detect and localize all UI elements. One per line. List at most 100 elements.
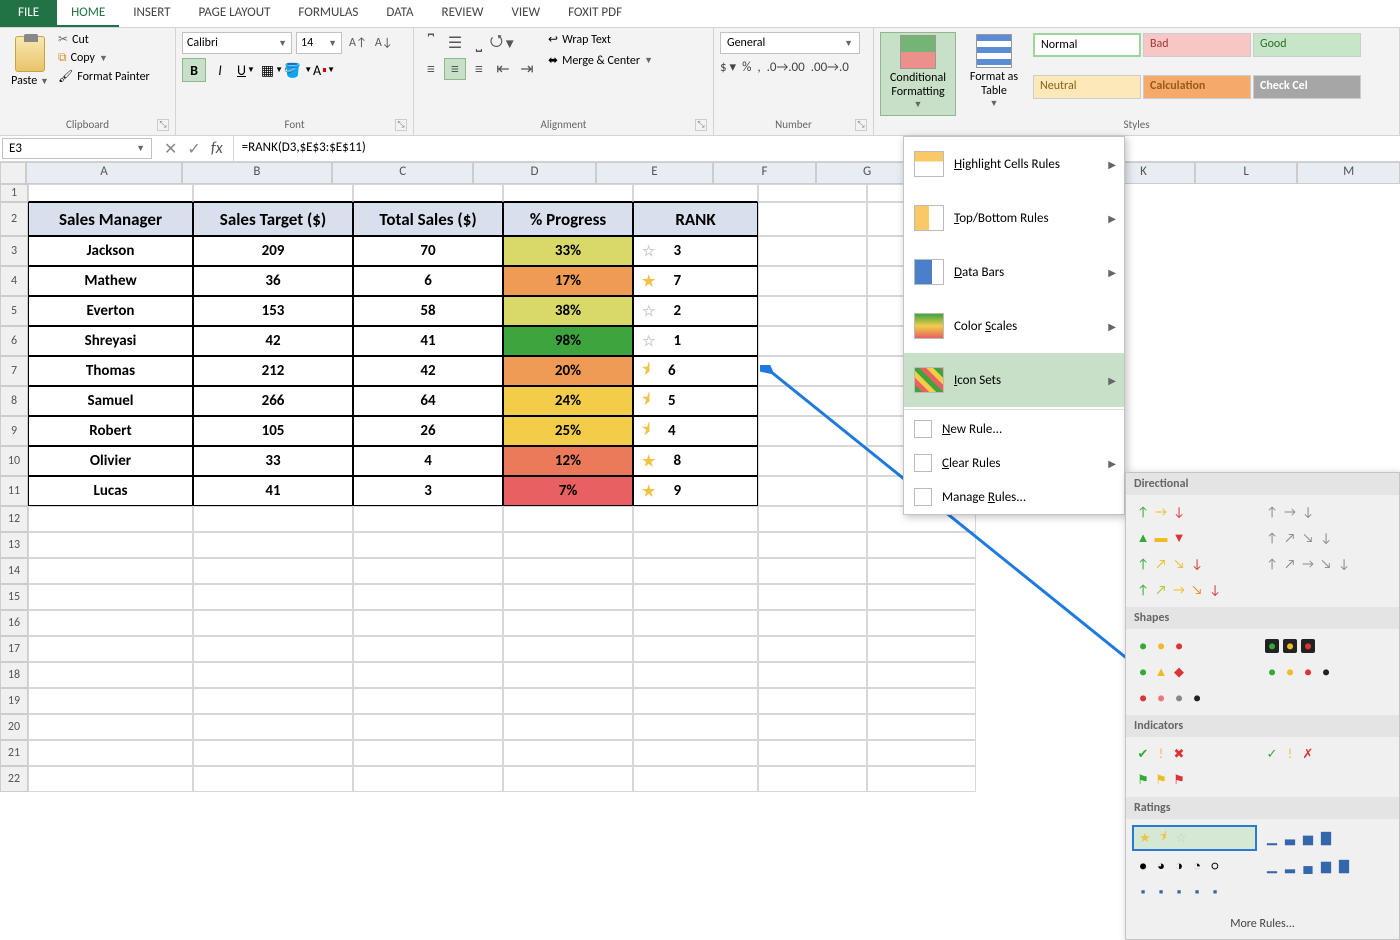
cell[interactable] xyxy=(28,584,193,610)
tab-formulas[interactable]: FORMULAS xyxy=(284,0,372,27)
iconset-5-arrows-gray[interactable]: ↑↗→↘↓ xyxy=(1261,553,1386,575)
iconset-5-boxes[interactable]: ▪▪▪▪▪ xyxy=(1132,881,1257,903)
cell-style-check-cell[interactable]: Check Cel xyxy=(1253,75,1361,99)
accounting-format-button[interactable]: $ ▾ xyxy=(720,60,736,75)
cell[interactable] xyxy=(867,714,976,740)
copy-button[interactable]: Copy ▼ xyxy=(58,51,150,65)
cell[interactable] xyxy=(193,714,353,740)
tab-foxit-pdf[interactable]: FOXIT PDF xyxy=(554,0,636,27)
cell-target[interactable]: 266 xyxy=(193,386,353,416)
font-color-button[interactable]: A▼ xyxy=(312,58,336,82)
font-size-selector[interactable]: 14▼ xyxy=(296,32,342,54)
cell-sales[interactable]: 41 xyxy=(353,326,503,356)
cell[interactable] xyxy=(867,558,976,584)
cell-target[interactable]: 42 xyxy=(193,326,353,356)
column-header-e[interactable]: E xyxy=(596,162,714,184)
cell[interactable] xyxy=(503,610,633,636)
cell[interactable] xyxy=(758,236,867,266)
cell[interactable] xyxy=(353,740,503,766)
cell[interactable] xyxy=(503,688,633,714)
cell[interactable] xyxy=(758,766,867,792)
cell[interactable] xyxy=(503,662,633,688)
row-header-19[interactable]: 19 xyxy=(0,688,28,714)
cell[interactable] xyxy=(353,636,503,662)
format-painter-button[interactable]: Format Painter xyxy=(58,69,150,84)
row-header-18[interactable]: 18 xyxy=(0,662,28,688)
iconset-more-rules[interactable]: More Rules... xyxy=(1126,909,1399,939)
iconset-4-arrows-colored[interactable]: ↑↗↘↓ xyxy=(1132,553,1257,575)
wrap-text-button[interactable]: ↩Wrap Text xyxy=(548,32,653,47)
cell-style-bad[interactable]: Bad xyxy=(1143,33,1251,57)
cell[interactable] xyxy=(193,506,353,532)
row-header-8[interactable]: 8 xyxy=(0,386,28,416)
cell[interactable] xyxy=(503,766,633,792)
cell-manager[interactable]: Samuel xyxy=(28,386,193,416)
cell[interactable] xyxy=(193,610,353,636)
iconset-3-arrows-colored[interactable]: ↑→↓ xyxy=(1132,501,1257,523)
tab-home[interactable]: HOME xyxy=(57,0,119,27)
paste-button[interactable]: Paste ▼ xyxy=(6,32,54,116)
row-header-21[interactable]: 21 xyxy=(0,740,28,766)
cf-clear-rules[interactable]: Clear Rules▶ xyxy=(904,446,1124,480)
cell[interactable] xyxy=(758,266,867,296)
tab-review[interactable]: REVIEW xyxy=(428,0,498,27)
insert-function-button[interactable]: fx xyxy=(211,139,223,158)
cell[interactable] xyxy=(633,636,758,662)
iconset-red-to-black[interactable]: ●●●● xyxy=(1132,687,1257,709)
increase-font-button[interactable]: A↑ xyxy=(346,34,370,52)
cell-rank[interactable]: ☆3 xyxy=(633,236,758,266)
cell[interactable] xyxy=(758,688,867,714)
name-box[interactable]: E3▼ xyxy=(2,138,152,159)
cell-rank[interactable]: ⯨6 xyxy=(633,356,758,386)
cell[interactable] xyxy=(353,766,503,792)
cf-data-bars[interactable]: Data Bars▶ xyxy=(904,245,1124,299)
cell[interactable] xyxy=(758,184,867,202)
cell[interactable] xyxy=(28,766,193,792)
percent-format-button[interactable]: % xyxy=(742,60,751,75)
cell[interactable] xyxy=(193,740,353,766)
cell[interactable] xyxy=(28,688,193,714)
cell[interactable] xyxy=(193,532,353,558)
tab-insert[interactable]: INSERT xyxy=(119,0,184,27)
cell-target[interactable]: 209 xyxy=(193,236,353,266)
cell-rank[interactable]: ⯨4 xyxy=(633,416,758,446)
cell-manager[interactable]: Everton xyxy=(28,296,193,326)
cell[interactable] xyxy=(193,558,353,584)
cell[interactable] xyxy=(758,506,867,532)
format-as-table-button[interactable]: Format as Table ▼ xyxy=(956,32,1032,116)
cell[interactable] xyxy=(867,740,976,766)
row-header-9[interactable]: 9 xyxy=(0,416,28,446)
cell[interactable] xyxy=(867,584,976,610)
cell[interactable] xyxy=(353,610,503,636)
iconset-5-quarters[interactable]: ●◕◑◔○ xyxy=(1132,855,1257,877)
cell-rank[interactable]: ☆2 xyxy=(633,296,758,326)
cell-sales[interactable]: 70 xyxy=(353,236,503,266)
table-header[interactable]: Sales Target ($) xyxy=(193,202,353,236)
iconset-3-signs[interactable]: ●▲◆ xyxy=(1132,661,1257,683)
cell-style-calculation[interactable]: Calculation xyxy=(1143,75,1251,99)
cell-progress[interactable]: 20% xyxy=(503,356,633,386)
cell[interactable] xyxy=(867,532,976,558)
cell[interactable] xyxy=(193,688,353,714)
cell[interactable] xyxy=(758,202,867,236)
cell[interactable] xyxy=(353,584,503,610)
row-header-11[interactable]: 11 xyxy=(0,476,28,506)
cell[interactable] xyxy=(633,558,758,584)
cell[interactable] xyxy=(758,584,867,610)
align-right-button[interactable]: ≡ xyxy=(468,58,490,80)
iconset-3-symbols-uncircled[interactable]: ✓!✗ xyxy=(1261,743,1386,765)
cell-manager[interactable]: Mathew xyxy=(28,266,193,296)
cell[interactable] xyxy=(633,740,758,766)
cell[interactable] xyxy=(28,558,193,584)
cell-progress[interactable]: 98% xyxy=(503,326,633,356)
cut-button[interactable]: Cut xyxy=(58,32,150,47)
column-header-d[interactable]: D xyxy=(473,162,595,184)
cell[interactable] xyxy=(28,184,193,202)
bold-button[interactable]: B xyxy=(182,58,206,82)
cell-progress[interactable]: 7% xyxy=(503,476,633,506)
cell[interactable] xyxy=(28,662,193,688)
cancel-formula-button[interactable]: ✕ xyxy=(164,139,177,159)
align-center-button[interactable]: ≡ xyxy=(444,58,466,80)
cell-rank[interactable]: ★7 xyxy=(633,266,758,296)
cell-manager[interactable]: Lucas xyxy=(28,476,193,506)
